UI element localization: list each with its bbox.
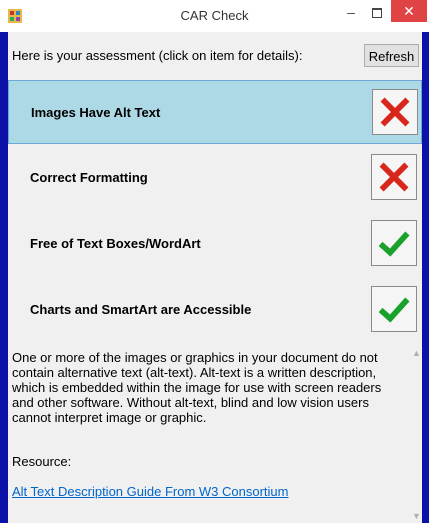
app-window: CAR Check – ✕ Here is your assessment (c… bbox=[0, 0, 429, 523]
check-item-images-alt-text[interactable]: Images Have Alt Text bbox=[8, 80, 422, 144]
maximize-icon bbox=[372, 8, 382, 18]
check-item-formatting[interactable]: Correct Formatting bbox=[8, 146, 422, 210]
assessment-prompt: Here is your assessment (click on item f… bbox=[12, 48, 303, 63]
check-item-text-boxes[interactable]: Free of Text Boxes/WordArt bbox=[8, 212, 422, 276]
details-description: One or more of the images or graphics in… bbox=[12, 350, 382, 425]
check-item-label: Images Have Alt Text bbox=[31, 105, 161, 120]
resource-link[interactable]: Alt Text Description Guide From W3 Conso… bbox=[12, 484, 288, 499]
title-bar: CAR Check – ✕ bbox=[0, 0, 429, 32]
refresh-button[interactable]: Refresh bbox=[364, 44, 419, 67]
check-mark-icon bbox=[371, 286, 417, 332]
check-item-label: Free of Text Boxes/WordArt bbox=[30, 236, 201, 251]
resource-label: Resource: bbox=[12, 454, 72, 469]
check-item-charts-smartart[interactable]: Charts and SmartArt are Accessible bbox=[8, 278, 422, 342]
main-panel: Here is your assessment (click on item f… bbox=[8, 32, 422, 523]
scroll-down-arrow-icon[interactable]: ▼ bbox=[412, 511, 421, 521]
x-mark-icon bbox=[372, 89, 418, 135]
minimize-button[interactable]: – bbox=[339, 2, 363, 24]
maximize-button[interactable] bbox=[365, 2, 389, 24]
close-button[interactable]: ✕ bbox=[391, 0, 427, 22]
check-mark-icon bbox=[371, 220, 417, 266]
check-item-label: Charts and SmartArt are Accessible bbox=[30, 302, 252, 317]
x-mark-icon bbox=[371, 154, 417, 200]
check-item-label: Correct Formatting bbox=[30, 170, 148, 185]
scroll-up-arrow-icon[interactable]: ▲ bbox=[412, 348, 421, 358]
